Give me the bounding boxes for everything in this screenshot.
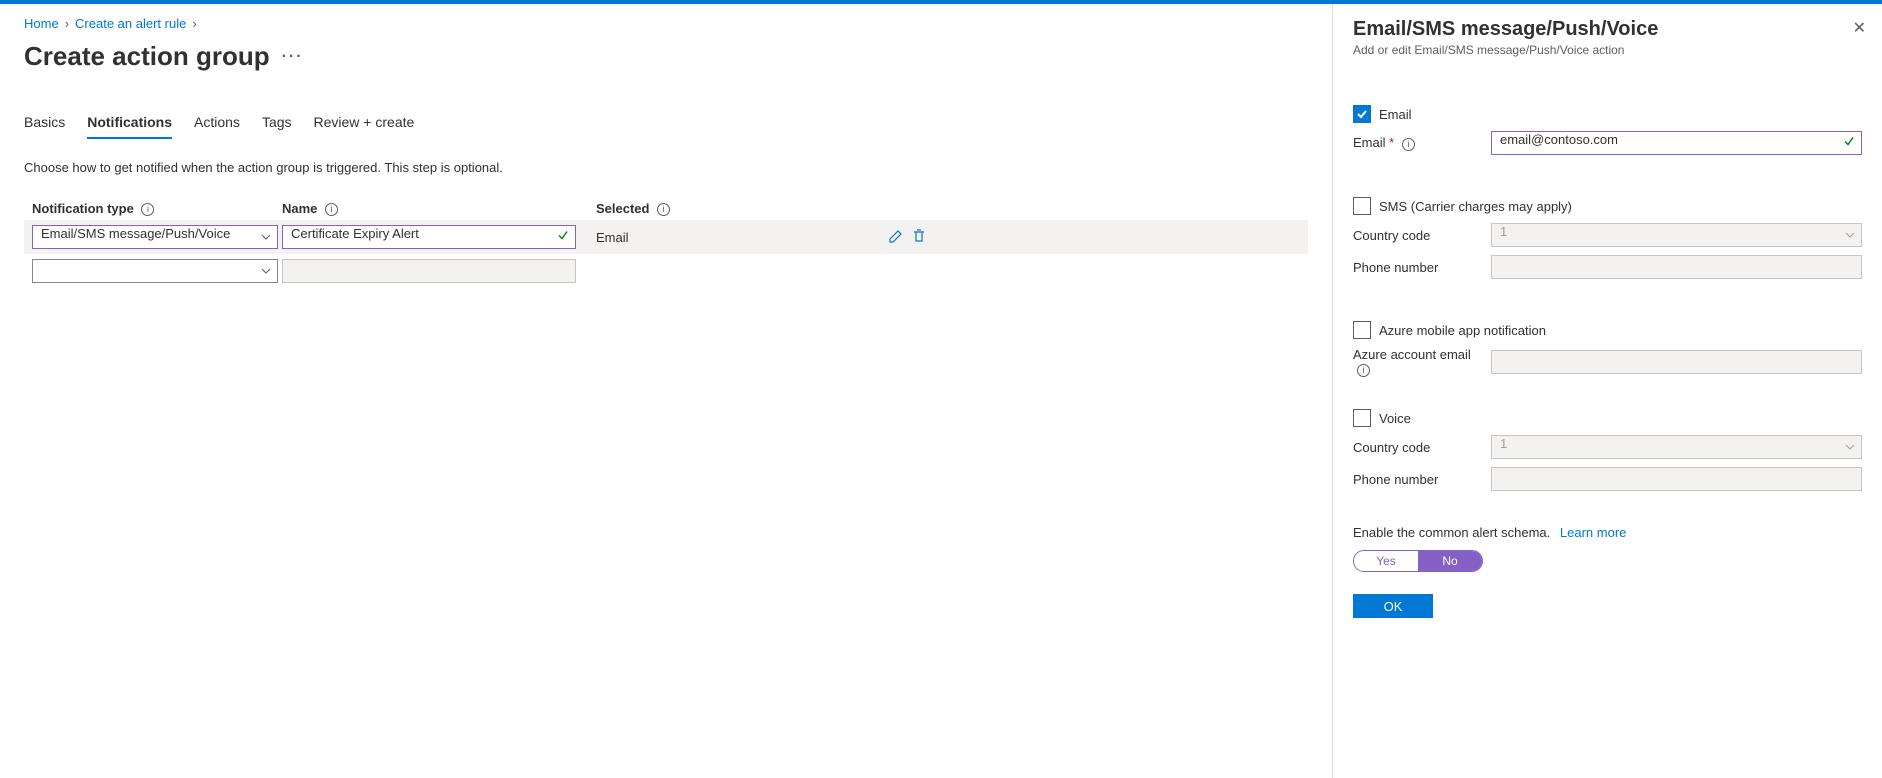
tab-notifications[interactable]: Notifications bbox=[87, 108, 172, 138]
voice-country-code-select: 1 bbox=[1491, 435, 1862, 459]
grid-row-empty bbox=[24, 254, 1308, 288]
page-title-text: Create action group bbox=[24, 41, 270, 72]
sms-country-code-select: 1 bbox=[1491, 223, 1862, 247]
col-selected-label: Selected bbox=[596, 201, 649, 216]
panel-subtitle: Add or edit Email/SMS message/Push/Voice… bbox=[1353, 43, 1862, 57]
tab-basics[interactable]: Basics bbox=[24, 108, 65, 138]
select-value: Email/SMS message/Push/Voice bbox=[41, 226, 230, 241]
main-content: Home › Create an alert rule › Create act… bbox=[0, 4, 1332, 778]
delete-icon[interactable] bbox=[912, 228, 926, 247]
chevron-right-icon: › bbox=[65, 16, 69, 31]
voice-phone-label: Phone number bbox=[1353, 472, 1483, 487]
email-label: Email bbox=[1353, 135, 1386, 150]
voice-country-code-label: Country code bbox=[1353, 440, 1483, 455]
info-icon[interactable]: i bbox=[325, 203, 338, 216]
selected-value: Email bbox=[596, 230, 629, 245]
select-value: 1 bbox=[1500, 436, 1507, 451]
info-icon[interactable]: i bbox=[1357, 364, 1370, 377]
voice-checkbox-label: Voice bbox=[1379, 411, 1411, 426]
notification-name-input-empty bbox=[282, 259, 576, 283]
email-input[interactable]: email@contoso.com bbox=[1491, 131, 1862, 155]
col-name-label: Name bbox=[282, 201, 317, 216]
panel-title: Email/SMS message/Push/Voice bbox=[1353, 18, 1862, 41]
push-checkbox-label: Azure mobile app notification bbox=[1379, 323, 1546, 338]
notification-type-select-empty[interactable] bbox=[32, 259, 278, 283]
edit-icon[interactable] bbox=[888, 228, 904, 247]
tab-tags[interactable]: Tags bbox=[262, 108, 292, 138]
breadcrumb: Home › Create an alert rule › bbox=[24, 16, 1308, 31]
grid-header: Notification type i Name i Selected i bbox=[24, 197, 1308, 220]
chevron-down-icon bbox=[1845, 444, 1855, 450]
tab-actions[interactable]: Actions bbox=[194, 108, 240, 138]
more-menu-icon[interactable]: ··· bbox=[282, 48, 304, 66]
checkmark-icon bbox=[557, 230, 569, 245]
tab-review[interactable]: Review + create bbox=[314, 108, 415, 138]
schema-toggle[interactable]: Yes No bbox=[1353, 550, 1483, 572]
notifications-grid: Notification type i Name i Selected i Em… bbox=[24, 197, 1308, 288]
schema-learn-more-link[interactable]: Learn more bbox=[1560, 525, 1626, 540]
ok-button[interactable]: OK bbox=[1353, 594, 1433, 618]
checkmark-icon bbox=[1843, 136, 1855, 151]
breadcrumb-create-rule[interactable]: Create an alert rule bbox=[75, 16, 186, 31]
info-icon[interactable]: i bbox=[1402, 138, 1415, 151]
input-value: email@contoso.com bbox=[1500, 132, 1618, 147]
info-icon[interactable]: i bbox=[141, 203, 154, 216]
sms-phone-input bbox=[1491, 255, 1862, 279]
input-value: Certificate Expiry Alert bbox=[291, 226, 419, 241]
col-type-label: Notification type bbox=[32, 201, 134, 216]
sms-country-code-label: Country code bbox=[1353, 228, 1483, 243]
select-value: 1 bbox=[1500, 224, 1507, 239]
tabs: Basics Notifications Actions Tags Review… bbox=[24, 108, 1308, 138]
required-mark: * bbox=[1389, 135, 1394, 150]
chevron-right-icon: › bbox=[192, 16, 196, 31]
email-checkbox-label: Email bbox=[1379, 107, 1412, 122]
chevron-down-icon bbox=[261, 268, 271, 274]
grid-row: Email/SMS message/Push/Voice Certificate… bbox=[24, 220, 1308, 254]
sms-checkbox[interactable] bbox=[1353, 197, 1371, 215]
schema-text: Enable the common alert schema. bbox=[1353, 525, 1550, 540]
toggle-yes[interactable]: Yes bbox=[1354, 551, 1418, 571]
close-icon[interactable]: ✕ bbox=[1853, 18, 1866, 38]
voice-checkbox[interactable] bbox=[1353, 409, 1371, 427]
page-title: Create action group ··· bbox=[24, 41, 1308, 72]
chevron-down-icon bbox=[1845, 232, 1855, 238]
info-icon[interactable]: i bbox=[657, 203, 670, 216]
sms-phone-label: Phone number bbox=[1353, 260, 1483, 275]
toggle-no[interactable]: No bbox=[1418, 551, 1482, 571]
side-panel: ✕ Email/SMS message/Push/Voice Add or ed… bbox=[1332, 4, 1882, 778]
email-checkbox[interactable] bbox=[1353, 105, 1371, 123]
sms-checkbox-label: SMS (Carrier charges may apply) bbox=[1379, 199, 1572, 214]
voice-phone-input bbox=[1491, 467, 1862, 491]
push-email-input bbox=[1491, 350, 1862, 374]
hint-text: Choose how to get notified when the acti… bbox=[24, 160, 1308, 175]
notification-type-select[interactable]: Email/SMS message/Push/Voice bbox=[32, 225, 278, 249]
breadcrumb-home[interactable]: Home bbox=[24, 16, 59, 31]
push-email-label: Azure account email bbox=[1353, 347, 1471, 362]
notification-name-input[interactable]: Certificate Expiry Alert bbox=[282, 225, 576, 249]
chevron-down-icon bbox=[261, 234, 271, 240]
push-checkbox[interactable] bbox=[1353, 321, 1371, 339]
